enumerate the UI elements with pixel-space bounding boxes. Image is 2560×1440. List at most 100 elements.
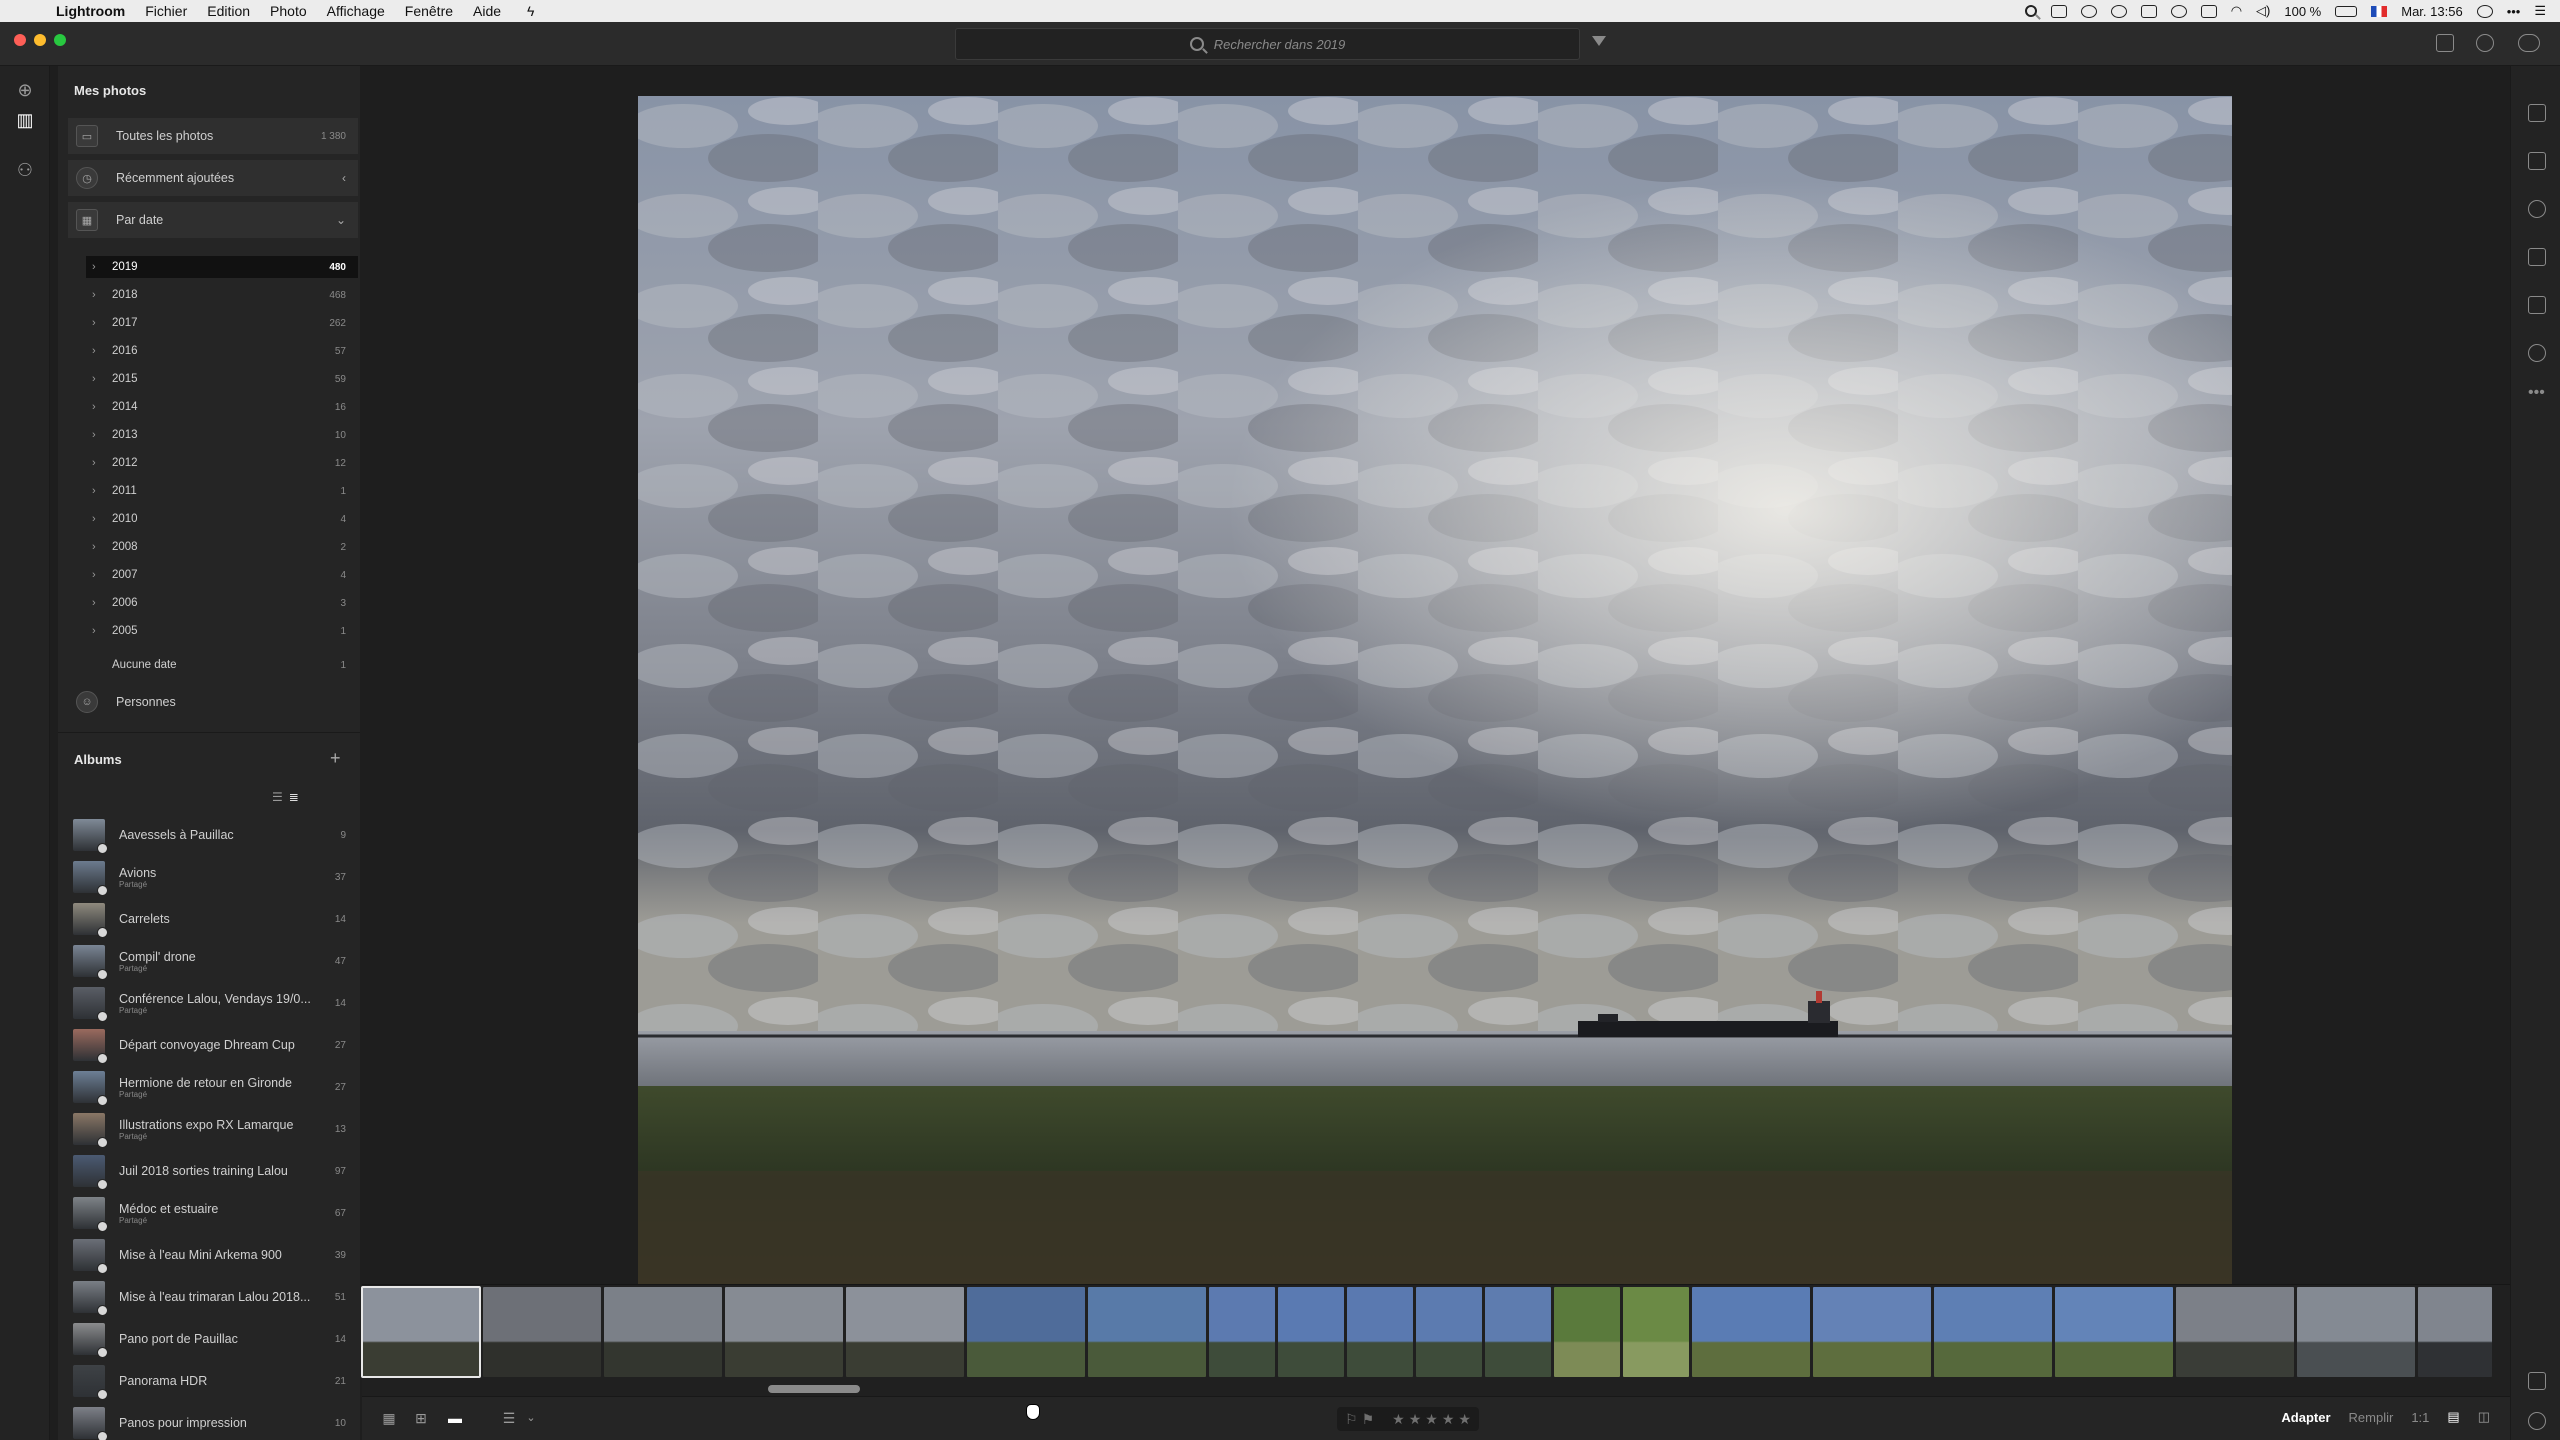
flag-fr-icon[interactable] <box>2371 5 2388 17</box>
chevron-down-icon[interactable]: ⌄ <box>336 213 346 227</box>
disclosure-arrow-icon[interactable]: › <box>92 541 102 553</box>
pick-flag-icon[interactable]: ⚐ <box>1345 1411 1358 1428</box>
disclosure-arrow-icon[interactable]: › <box>92 625 102 637</box>
year-row[interactable]: › 2010 4 <box>86 508 358 530</box>
detail-list-icon[interactable]: ≣ <box>289 790 299 804</box>
search-input[interactable]: Rechercher dans 2019 <box>955 28 1580 60</box>
disclosure-arrow-icon[interactable]: › <box>92 429 102 441</box>
filmstrip-thumbnail[interactable] <box>2176 1287 2294 1377</box>
add-album-icon[interactable]: + <box>330 748 341 769</box>
album-row[interactable]: Mise à l'eau trimaran Lalou 2018... 51 <box>68 1276 358 1318</box>
year-row[interactable]: › 2007 4 <box>86 564 358 586</box>
filmstrip-thumbnail[interactable] <box>1416 1287 1482 1377</box>
disclosure-arrow-icon[interactable]: › <box>92 569 102 581</box>
notification-center-icon[interactable]: ☰ <box>2534 3 2546 19</box>
apple-menu-icon[interactable] <box>20 3 38 19</box>
disclosure-arrow-icon[interactable]: › <box>92 401 102 413</box>
radial-gradient-icon[interactable] <box>2528 344 2546 362</box>
filmstrip-toggle-icon[interactable]: ▤ <box>2447 1409 2459 1425</box>
disclosure-arrow-icon[interactable]: › <box>92 485 102 497</box>
menu-fichier[interactable]: Fichier <box>145 3 187 19</box>
filmstrip-thumbnail[interactable] <box>1934 1287 2052 1377</box>
bolt-icon[interactable]: ϟ <box>527 3 534 19</box>
disclosure-arrow-icon[interactable]: › <box>92 513 102 525</box>
menu-aide[interactable]: Aide <box>473 3 501 19</box>
album-row[interactable]: Hermione de retour en Gironde Partagé 27 <box>68 1066 358 1108</box>
crop-icon[interactable] <box>2528 152 2546 170</box>
compare-icon[interactable]: ◫ <box>2478 1409 2490 1425</box>
maximize-window-button[interactable] <box>54 34 66 46</box>
year-row[interactable]: › 2006 3 <box>86 592 358 614</box>
filmstrip-thumbnail[interactable] <box>361 1286 481 1378</box>
filmstrip-thumbnail[interactable] <box>1485 1287 1551 1377</box>
year-row[interactable]: › 2019 480 <box>86 256 358 278</box>
list-view-icon[interactable]: ☰ <box>272 790 283 804</box>
disclosure-arrow-icon[interactable]: › <box>92 261 102 273</box>
filmstrip-thumbnail[interactable] <box>2297 1287 2415 1377</box>
help-icon[interactable] <box>2476 34 2494 52</box>
year-row[interactable]: › 2013 10 <box>86 424 358 446</box>
minimize-window-button[interactable] <box>34 34 46 46</box>
menu-photo[interactable]: Photo <box>270 3 307 19</box>
album-row[interactable]: Illustrations expo RX Lamarque Partagé 13 <box>68 1108 358 1150</box>
disclosure-arrow-icon[interactable]: › <box>92 289 102 301</box>
year-row[interactable]: › 2016 57 <box>86 340 358 362</box>
filmstrip-thumbnail[interactable] <box>1813 1287 1931 1377</box>
album-row[interactable]: Juil 2018 sorties training Lalou 97 <box>68 1150 358 1192</box>
menu-fenetre[interactable]: Fenêtre <box>405 3 453 19</box>
library-icon[interactable]: ▥ <box>15 110 35 130</box>
spotlight-icon[interactable] <box>2024 5 2037 17</box>
filmstrip-thumbnail[interactable] <box>604 1287 722 1377</box>
disclosure-arrow-icon[interactable]: › <box>92 373 102 385</box>
square-grid-icon[interactable]: ▦ <box>380 1411 398 1425</box>
album-row[interactable]: Carrelets 14 <box>68 898 358 940</box>
disclosure-arrow-icon[interactable]: › <box>92 457 102 469</box>
brush-icon[interactable] <box>2528 248 2546 266</box>
filmstrip-thumbnail[interactable] <box>2418 1287 2492 1377</box>
star-2-icon[interactable]: ★ <box>1409 1411 1422 1428</box>
detail-view-icon[interactable]: ▬ <box>446 1411 464 1425</box>
star-5-icon[interactable]: ★ <box>1458 1411 1471 1428</box>
share-icon[interactable] <box>2436 34 2454 52</box>
filmstrip-thumbnail[interactable] <box>1209 1287 1275 1377</box>
album-row[interactable]: Mise à l'eau Mini Arkema 900 39 <box>68 1234 358 1276</box>
disclosure-arrow-icon[interactable]: › <box>92 597 102 609</box>
menu-app-name[interactable]: Lightroom <box>56 3 125 19</box>
filmstrip-thumbnail[interactable] <box>1623 1287 1689 1377</box>
album-row[interactable]: Départ convoyage Dhream Cup 27 <box>68 1024 358 1066</box>
year-row[interactable]: › 2012 12 <box>86 452 358 474</box>
eye-icon[interactable] <box>2170 4 2187 18</box>
nav-recent[interactable]: ◷ Récemment ajoutées ‹ <box>68 160 358 196</box>
filmstrip-thumbnail[interactable] <box>846 1287 964 1377</box>
battery-icon[interactable] <box>2335 5 2358 17</box>
keyword-tag-icon[interactable] <box>2528 1372 2546 1390</box>
filmstrip-thumbnail[interactable] <box>1088 1287 1206 1377</box>
edit-sliders-icon[interactable] <box>2528 104 2546 122</box>
nav-people[interactable]: ☺ Personnes <box>68 684 358 720</box>
year-row[interactable]: › 2011 1 <box>86 480 358 502</box>
sort-chevron-icon[interactable]: ⌄ <box>522 1411 540 1425</box>
album-row[interactable]: Avions Partagé 37 <box>68 856 358 898</box>
cloud-sync-icon[interactable] <box>2518 34 2540 52</box>
year-row[interactable]: › 2005 1 <box>86 620 358 642</box>
gear-status-icon[interactable] <box>2140 4 2157 18</box>
linear-gradient-icon[interactable] <box>2528 296 2546 314</box>
star-4-icon[interactable]: ★ <box>1442 1411 1455 1428</box>
filmstrip-scrollbar[interactable] <box>768 1385 860 1393</box>
more-icon[interactable]: ••• <box>2507 4 2521 19</box>
menu-affichage[interactable]: Affichage <box>327 3 385 19</box>
reject-flag-icon[interactable]: ⚑ <box>1362 1411 1375 1428</box>
filmstrip-thumbnail[interactable] <box>1692 1287 1810 1377</box>
disclosure-arrow-icon[interactable]: › <box>92 317 102 329</box>
info-icon[interactable] <box>2528 1412 2546 1430</box>
album-row[interactable]: Panos pour impression 10 <box>68 1402 358 1440</box>
disclosure-arrow-icon[interactable]: › <box>92 345 102 357</box>
star-3-icon[interactable]: ★ <box>1425 1411 1438 1428</box>
album-row[interactable]: Pano port de Pauillac 14 <box>68 1318 358 1360</box>
filter-icon[interactable] <box>1592 36 1606 46</box>
filmstrip-thumbnail[interactable] <box>725 1287 843 1377</box>
volume-icon[interactable]: ◁) <box>2256 3 2270 19</box>
main-photo[interactable] <box>638 96 2232 1292</box>
star-1-icon[interactable]: ★ <box>1392 1411 1405 1428</box>
nav-no-date[interactable]: Aucune date 1 <box>86 654 358 676</box>
